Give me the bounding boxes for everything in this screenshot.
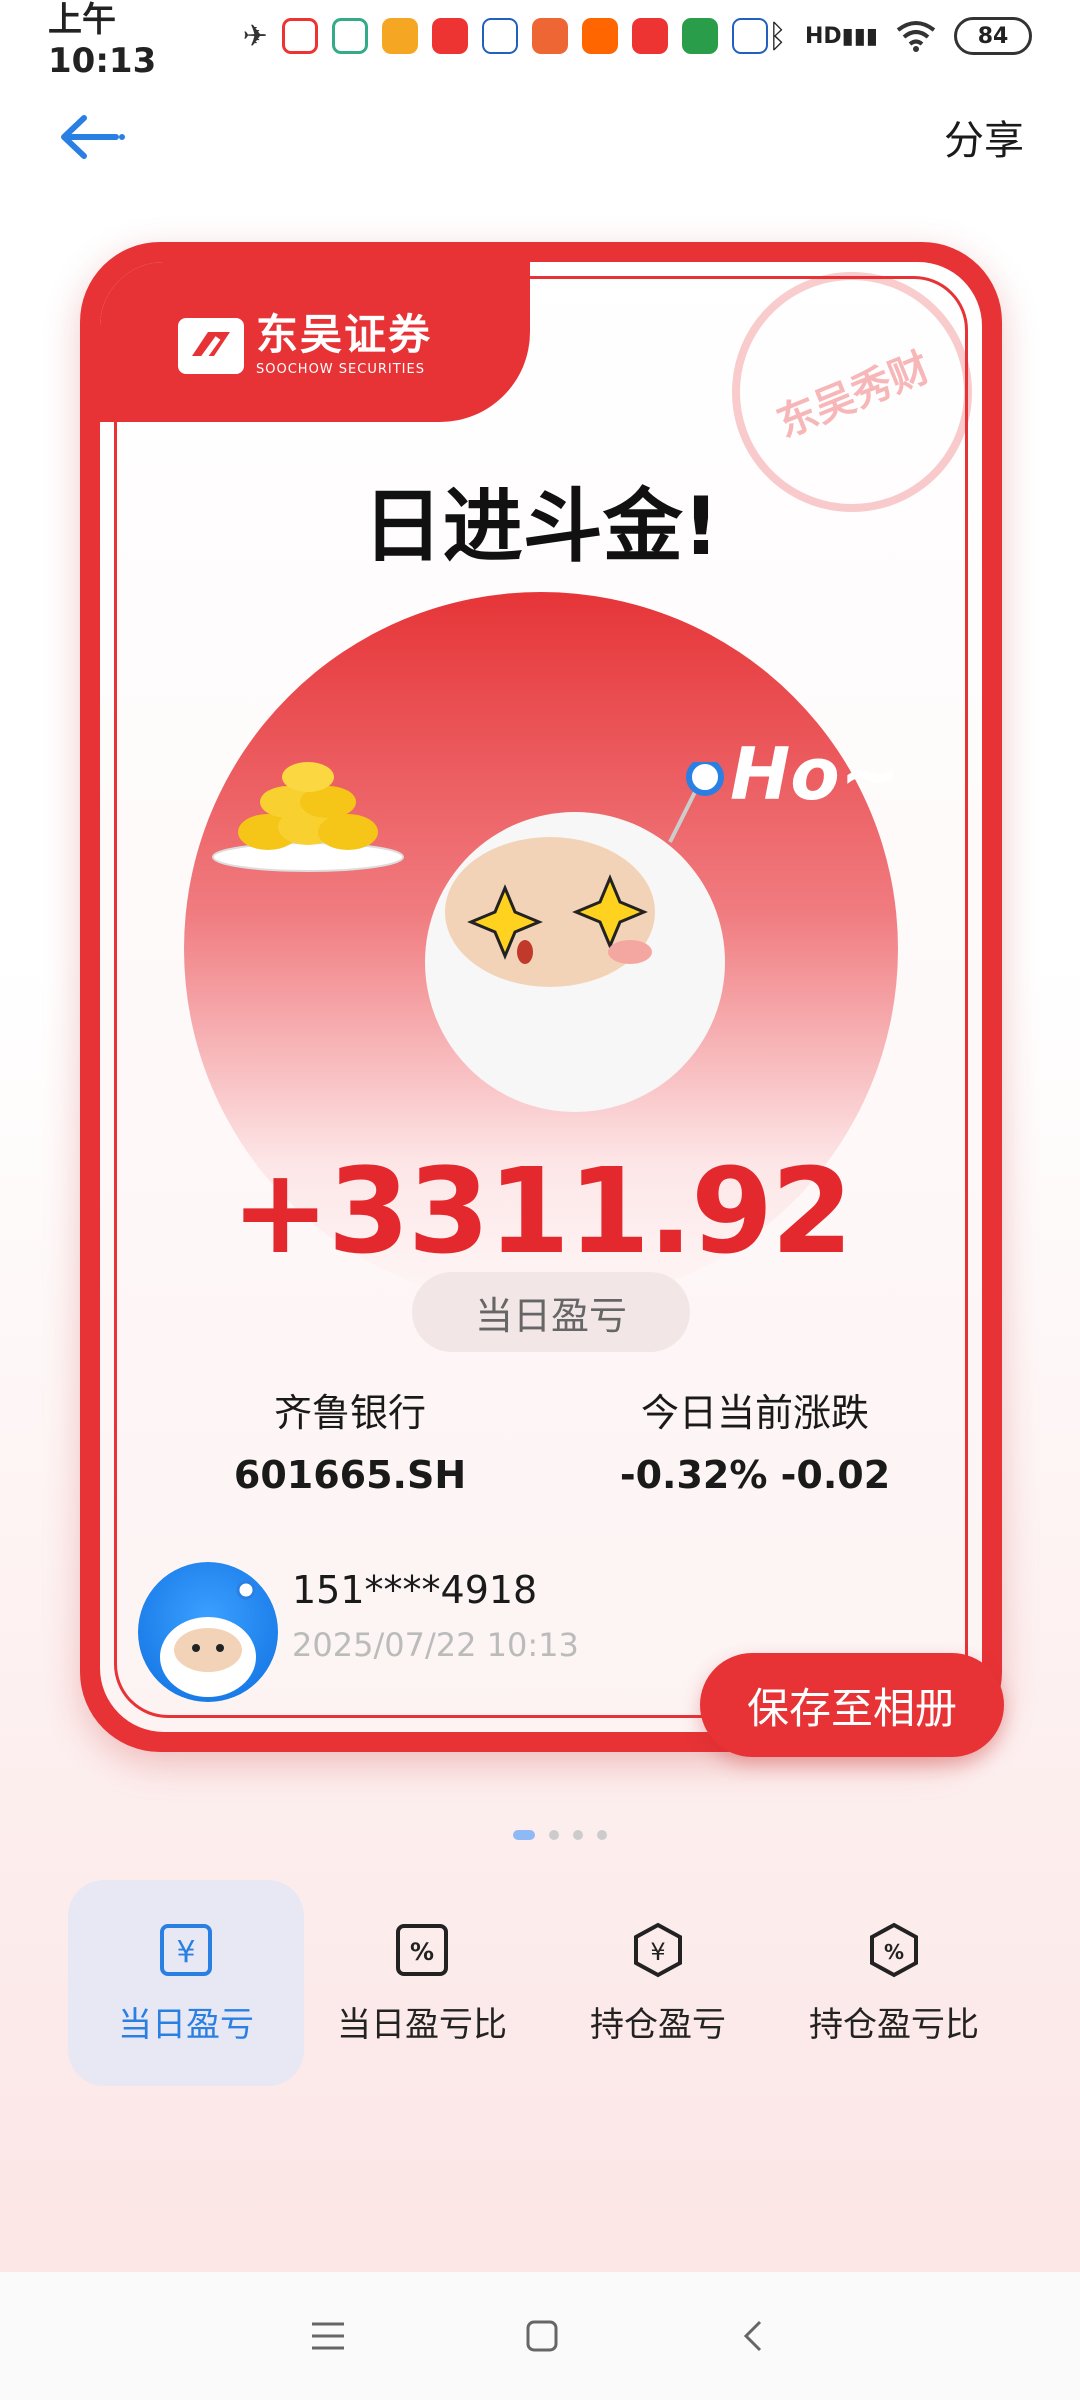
app-icon-7 (581, 18, 618, 54)
gold-ingots-plate (212, 762, 404, 872)
wifi-icon (896, 21, 936, 52)
brand-subtitle: SOOCHOW SECURITIES (256, 362, 425, 377)
telegram-icon: ✈ (242, 18, 268, 54)
bluetooth-icon: ᛒ (767, 17, 787, 55)
app-icon-10 (731, 18, 768, 54)
share-button[interactable]: 分享 (944, 108, 1024, 166)
back-button[interactable] (56, 97, 136, 177)
app-icon-3 (381, 18, 418, 54)
home-icon[interactable] (524, 2318, 560, 2354)
tab-position-pnl-ratio[interactable]: % 持仓盈亏比 (776, 1880, 1012, 2086)
svg-text:%: % (410, 1938, 434, 1966)
pager-dot (597, 1830, 607, 1840)
save-to-album-button[interactable]: 保存至相册 (700, 1653, 1004, 1757)
app-icon-5 (481, 18, 518, 54)
signal-icon: HD▮▮▮ (804, 23, 878, 49)
tab-label: 当日盈亏比 (337, 2004, 507, 2045)
status-time: 上午10:13 (48, 0, 157, 81)
percent-hexagon-icon: % (865, 1921, 923, 1979)
yen-hexagon-icon: ¥ (629, 1921, 687, 1979)
stock-code: 601665.SH (233, 1453, 467, 1497)
app-icon-8 (631, 18, 668, 54)
change-title: 今日当前涨跌 (640, 1391, 869, 1435)
poster-type-tabs: ¥ 当日盈亏 % 当日盈亏比 ¥ 持仓盈亏 % 持仓盈亏比 (68, 1880, 1012, 2086)
tab-position-pnl[interactable]: ¥ 持仓盈亏 (540, 1880, 776, 2086)
poster-inner: 东吴证券 SOOCHOW SECURITIES 东吴秀财 日进斗金! Ho~ +… (100, 262, 982, 1732)
stock-info: 齐鲁银行 601665.SH (210, 1382, 490, 1497)
app-icon-1 (281, 18, 318, 54)
status-indicators: ᛒ HD▮▮▮ 84 (768, 17, 1032, 55)
user-phone: 151****4918 (292, 1568, 538, 1612)
back-icon[interactable] (736, 2318, 772, 2354)
svg-text:%: % (884, 1940, 904, 1964)
percent-square-icon: % (393, 1921, 451, 1979)
signal-label: HD (804, 23, 842, 49)
svg-text:¥: ¥ (650, 1938, 665, 1966)
system-nav-bar (0, 2272, 1080, 2400)
pager-dot (573, 1830, 583, 1840)
tab-daily-pnl-ratio[interactable]: % 当日盈亏比 (304, 1880, 540, 2086)
tab-daily-pnl[interactable]: ¥ 当日盈亏 (68, 1880, 304, 2086)
profit-amount: +3311.92 (230, 1142, 853, 1280)
app-icon-9 (681, 18, 718, 54)
poster-datetime: 2025/07/22 10:13 (292, 1626, 579, 1664)
soochow-logo-icon (178, 317, 244, 374)
tab-label: 当日盈亏 (118, 2004, 254, 2045)
tab-label: 持仓盈亏 (590, 2004, 726, 2045)
brand-logo-area: 东吴证券 SOOCHOW SECURITIES (178, 314, 432, 377)
pager-dot (513, 1830, 535, 1840)
app-icon-2 (331, 18, 368, 54)
mascot-illustration (425, 762, 725, 1112)
slogan-title: 日进斗金! (362, 480, 720, 573)
top-nav: 分享 (0, 82, 1080, 192)
profit-poster-card: 东吴证券 SOOCHOW SECURITIES 东吴秀财 日进斗金! Ho~ +… (80, 242, 1002, 1752)
brand-name: 东吴证券 (256, 310, 433, 359)
amount-label-pill: 当日盈亏 (412, 1272, 690, 1352)
app-icon-6 (531, 18, 568, 54)
notification-icons: ✈ (243, 18, 768, 54)
back-arrow-icon (61, 115, 125, 159)
status-bar: 上午10:13 ✈ ᛒ HD▮▮▮ 84 (0, 0, 1080, 81)
avatar (138, 1562, 278, 1702)
pager-dots (0, 1830, 1080, 1840)
change-info: 今日当前涨跌 -0.32% -0.02 (600, 1382, 910, 1497)
pager-dot (549, 1830, 559, 1840)
yen-square-icon: ¥ (157, 1921, 215, 1979)
mascot-callout: Ho~ (730, 732, 901, 816)
change-value: -0.32% -0.02 (619, 1453, 891, 1497)
tab-label: 持仓盈亏比 (809, 2004, 979, 2045)
menu-icon[interactable] (308, 2319, 348, 2353)
stock-name: 齐鲁银行 (273, 1391, 426, 1435)
app-icon-4 (431, 18, 468, 54)
svg-text:¥: ¥ (176, 1935, 195, 1970)
stamp-text: 东吴秀财 (770, 344, 937, 448)
battery-icon: 84 (954, 17, 1032, 55)
